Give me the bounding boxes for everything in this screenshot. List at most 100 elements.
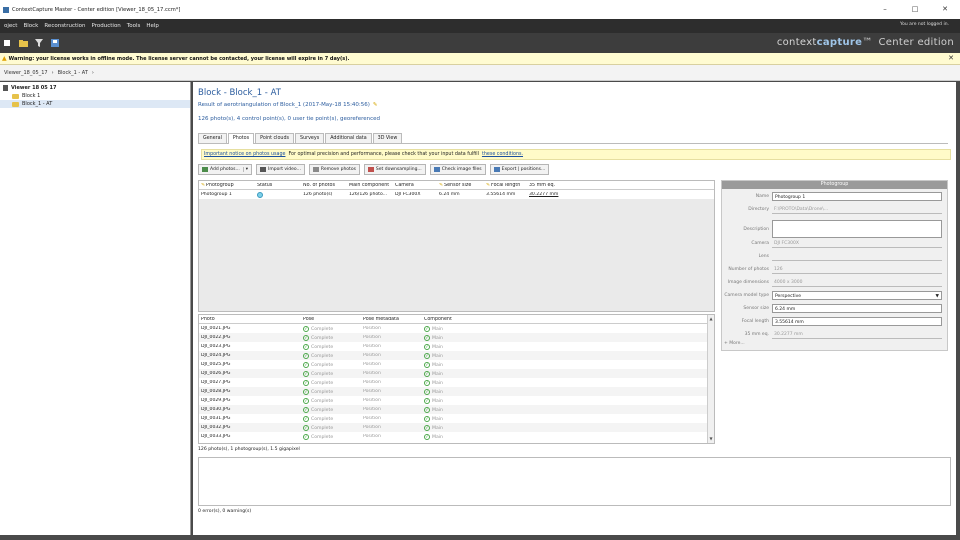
tree-item-project[interactable]: Viewer 18 05 17 — [0, 84, 190, 92]
column-header[interactable]: Main component — [347, 183, 393, 188]
cell-text: Main — [432, 416, 443, 422]
table-cell: Position — [361, 344, 422, 349]
photogroups-table: ✎Photogroup Status No. of photos Main co… — [198, 180, 715, 312]
table-row[interactable]: DJI_0033.JPG ✓ Complete Position ✓ Main — [199, 432, 714, 441]
menu-block[interactable]: Block — [23, 23, 38, 29]
column-header[interactable]: Status — [255, 183, 301, 188]
column-header[interactable]: 35 mm eq. — [527, 183, 587, 188]
table-cell: 6.24 mm — [439, 192, 460, 197]
menu-tools[interactable]: Tools — [127, 23, 141, 29]
table-cell: ✓ Complete — [301, 406, 361, 413]
column-header[interactable]: Pose — [301, 317, 361, 322]
login-text: You are not logged in. — [900, 22, 949, 27]
table-row[interactable]: DJI_0029.JPG ✓ Complete Position ✓ Main — [199, 396, 714, 405]
tab-additional-data[interactable]: Additional data — [325, 133, 372, 143]
table-row[interactable]: DJI_0027.JPG ✓ Complete Position ✓ Main — [199, 378, 714, 387]
table-row[interactable]: DJI_0024.JPG ✓ Complete Position ✓ Main — [199, 351, 714, 360]
cell-text: Position — [363, 425, 381, 430]
column-header[interactable]: Camera — [393, 183, 437, 188]
cell-text: DJI_0024.JPG — [201, 353, 231, 358]
filter-icon[interactable] — [34, 38, 44, 48]
table-cell: ✓ Main — [422, 415, 502, 422]
column-header[interactable]: Pose metadata — [361, 317, 422, 322]
camera-model-select[interactable]: Perspective ▼ — [772, 290, 942, 300]
table-cell: DJI_0022.JPG — [199, 335, 301, 340]
edit-pencil-icon[interactable]: ✎ — [373, 102, 378, 108]
tree-item-block[interactable]: Block 1 — [0, 92, 190, 100]
table-row[interactable]: DJI_0030.JPG ✓ Complete Position ✓ Main — [199, 405, 714, 414]
menu-production[interactable]: Production — [92, 23, 121, 29]
scroll-down-icon[interactable]: ▼ — [708, 436, 714, 442]
table-row[interactable]: DJI_0032.JPG ✓ Complete Position ✓ Main — [199, 423, 714, 432]
add-photos-button[interactable]: Add photos... ▾ — [198, 164, 253, 175]
table-row[interactable]: Photogroup 1 126 photo(s) 126/126 photo.… — [199, 190, 714, 199]
tab-photos[interactable]: Photos — [227, 133, 255, 144]
tree-item-at[interactable]: Block_1 - AT — [0, 100, 190, 108]
new-project-icon[interactable] — [2, 38, 12, 48]
breadcrumb-block[interactable]: Block_1 - AT — [58, 70, 88, 76]
remove-photos-label: Remove photos — [320, 167, 356, 172]
check-files-icon — [433, 167, 440, 172]
close-warning-button[interactable]: ✕ — [948, 54, 954, 62]
column-header[interactable]: Component — [422, 317, 502, 322]
save-icon[interactable] — [50, 38, 60, 48]
cell-text: Main — [432, 380, 443, 386]
conditions-link[interactable]: these conditions. — [482, 152, 523, 157]
scroll-up-icon[interactable]: ▲ — [708, 316, 714, 322]
prop-lens: Lens — [722, 251, 949, 261]
check-circle-icon: ✓ — [424, 397, 430, 404]
table-row[interactable]: DJI_0031.JPG ✓ Complete Position ✓ Main — [199, 414, 714, 423]
tab-general[interactable]: General — [198, 133, 227, 143]
table-cell: ✓ Complete — [301, 343, 361, 350]
breadcrumb-project[interactable]: Viewer_18_05_17 — [4, 70, 48, 76]
brand-logo: contextcapture™ Center edition — [777, 37, 954, 48]
table-row[interactable]: DJI_0023.JPG ✓ Complete Position ✓ Main — [199, 342, 714, 351]
notice-link[interactable]: Important notice on photos usage — [204, 152, 285, 157]
open-folder-icon[interactable] — [18, 38, 28, 48]
column-header[interactable]: Photo — [199, 317, 301, 322]
table-cell: ✓ Main — [422, 334, 502, 341]
column-header[interactable]: ✎Sensor size — [437, 183, 484, 188]
table-row[interactable]: DJI_0026.JPG ✓ Complete Position ✓ Main — [199, 369, 714, 378]
check-circle-icon: ✓ — [424, 406, 430, 413]
maximize-button[interactable]: □ — [900, 0, 930, 19]
prop-label: Image dimensions — [727, 279, 769, 285]
menu-reconstruction[interactable]: Reconstruction — [44, 23, 85, 29]
tab-point-clouds[interactable]: Point clouds — [255, 133, 295, 143]
prop-image-dimensions: Image dimensions 4000 x 3000 — [722, 277, 949, 287]
table-cell: DJI_0025.JPG — [199, 362, 301, 367]
column-header[interactable]: ✎Focal length — [484, 183, 527, 188]
table-row[interactable]: DJI_0025.JPG ✓ Complete Position ✓ Main — [199, 360, 714, 369]
tab-surveys[interactable]: Surveys — [295, 133, 325, 143]
description-field[interactable] — [772, 220, 942, 238]
prop-directory: Directory F:\PROTO\Data\Drone\... — [722, 204, 949, 214]
more-properties-toggle[interactable]: + More... — [724, 341, 745, 346]
close-window-button[interactable]: ✕ — [930, 0, 960, 19]
column-header[interactable]: No. of photos — [301, 183, 347, 188]
focal-length-field[interactable]: 3.55614 mm — [772, 316, 942, 326]
check-circle-icon: ✓ — [424, 388, 430, 395]
table-cell: DJI_0030.JPG — [199, 407, 301, 412]
table-cell: Photogroup 1 — [201, 192, 232, 197]
check-image-files-button[interactable]: Check image files — [429, 164, 486, 175]
column-header[interactable]: ✎Photogroup — [199, 183, 255, 188]
menu-help[interactable]: Help — [146, 23, 159, 29]
dropdown-arrow-icon[interactable]: ▾ — [242, 167, 248, 172]
table-row[interactable]: DJI_0028.JPG ✓ Complete Position ✓ Main — [199, 387, 714, 396]
remove-photos-button[interactable]: Remove photos — [308, 164, 360, 175]
tab-3d-view[interactable]: 3D View — [372, 133, 403, 143]
set-downsampling-button[interactable]: Set downsampling... — [363, 164, 426, 175]
table-cell: Position — [361, 371, 422, 376]
warning-icon: ▲ — [2, 55, 7, 62]
import-video-button[interactable]: Import video... — [256, 164, 305, 175]
name-field[interactable]: Photogroup 1 — [772, 191, 942, 201]
breadcrumb: Viewer_18_05_17 › Block_1 - AT › — [0, 65, 960, 81]
app-icon — [3, 6, 9, 13]
table-row[interactable]: DJI_0021.JPG ✓ Complete Position ✓ Main — [199, 324, 714, 333]
menu-project[interactable]: oject — [4, 23, 17, 29]
minimize-button[interactable]: – — [870, 0, 900, 19]
table-row[interactable]: DJI_0022.JPG ✓ Complete Position ✓ Main — [199, 333, 714, 342]
sensor-size-field[interactable]: 6.24 mm — [772, 303, 942, 313]
photos-scrollbar[interactable]: ▲ ▼ — [707, 315, 714, 443]
export-positions-button[interactable]: Export | positions... — [489, 164, 550, 175]
